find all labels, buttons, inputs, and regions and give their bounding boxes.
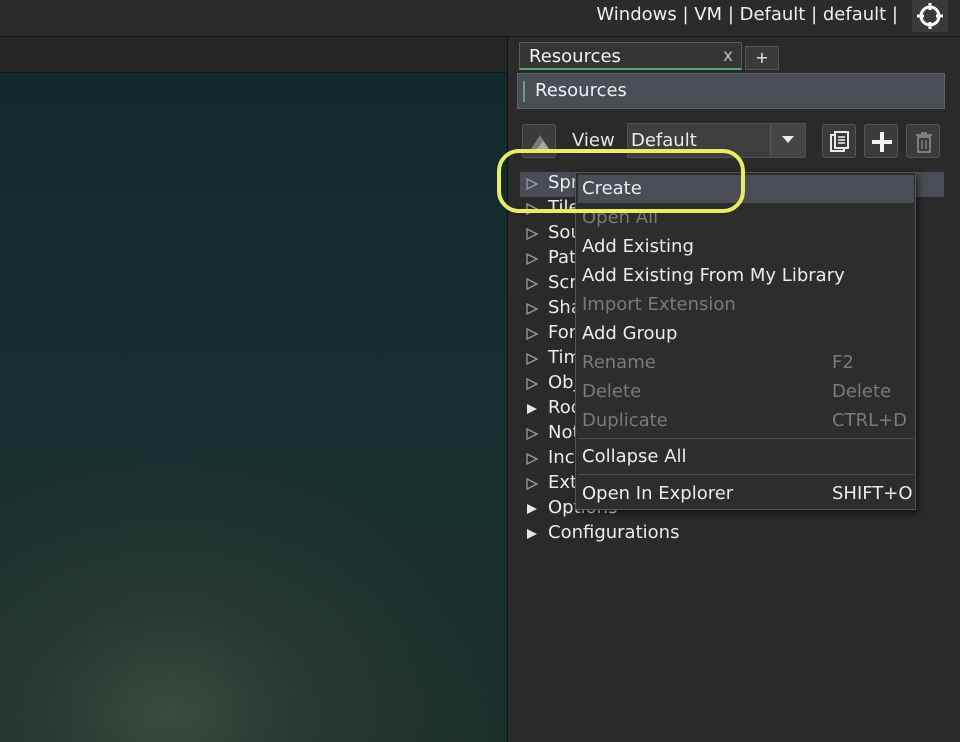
tab-resources[interactable]: Resources x: [519, 42, 742, 70]
expand-arrow-icon[interactable]: [526, 253, 538, 265]
tree-item-label: Configurations: [548, 522, 680, 543]
menu-item-shortcut: Delete: [832, 381, 892, 402]
menu-item-shortcut: F2: [832, 352, 854, 373]
menu-item-open-in-explorer[interactable]: Open In Explorer SHIFT+O: [578, 480, 914, 508]
menu-item-rename[interactable]: Rename F2: [578, 349, 914, 377]
expand-arrow-icon[interactable]: [526, 278, 538, 290]
menu-item-label: Add Existing From My Library: [582, 265, 845, 286]
menu-item-add-existing-from-my-library[interactable]: Add Existing From My Library: [578, 262, 914, 290]
expand-arrow-icon[interactable]: [526, 228, 538, 240]
menu-item-label: Open In Explorer: [582, 483, 734, 504]
menu-item-duplicate[interactable]: Duplicate CTRL+D: [578, 407, 914, 435]
menu-item-delete[interactable]: Delete Delete: [578, 378, 914, 406]
menu-item-label: Delete: [582, 381, 642, 402]
tab-close-icon[interactable]: x: [723, 46, 733, 66]
menu-item-import-extension[interactable]: Import Extension: [578, 291, 914, 319]
trash-icon: [916, 132, 932, 153]
workspace-canvas[interactable]: [0, 73, 507, 742]
expand-arrow-icon[interactable]: [526, 428, 538, 440]
delete-resource-button[interactable]: [906, 124, 940, 158]
expand-arrow-icon[interactable]: [526, 353, 538, 365]
workspace-tab-strip: [0, 37, 507, 73]
view-selected-value: Default: [631, 130, 697, 151]
menu-item-add-group[interactable]: Add Group: [578, 320, 914, 348]
expand-arrow-icon[interactable]: [526, 328, 538, 340]
view-label: View: [572, 130, 615, 151]
target-summary[interactable]: Windows | VM | Default | default |: [596, 4, 898, 25]
expand-arrow-icon[interactable]: [526, 303, 538, 315]
title-accent: [523, 81, 525, 102]
menu-item-label: Duplicate: [582, 410, 668, 431]
crosshair-icon: [917, 3, 943, 29]
menu-item-add-existing[interactable]: Add Existing: [578, 233, 914, 261]
menu-item-label: Collapse All: [582, 446, 687, 467]
expand-arrow-icon[interactable]: [526, 478, 538, 490]
menu-item-label: Import Extension: [582, 294, 736, 315]
panel-title-bar: Resources: [517, 73, 945, 109]
menu-item-collapse-all[interactable]: Collapse All: [578, 443, 914, 471]
menu-item-label: Rename: [582, 352, 656, 373]
menu-item-label: Add Existing: [582, 236, 694, 257]
document-list-icon: [830, 131, 849, 152]
tab-resources-label: Resources: [529, 46, 621, 67]
add-resource-button[interactable]: [864, 124, 898, 158]
plus-icon: [872, 132, 892, 152]
context-menu: Create Open All Add Existing Add Existing F…: [575, 172, 916, 510]
expand-arrow-icon[interactable]: [526, 378, 538, 390]
menu-item-shortcut: SHIFT+O: [832, 483, 913, 504]
expand-arrow-filled-icon[interactable]: [526, 528, 538, 540]
menu-separator: [578, 438, 914, 439]
panel-title: Resources: [535, 80, 627, 101]
highlight-ring: [497, 149, 745, 213]
top-bar: Windows | VM | Default | default |: [0, 0, 960, 37]
expand-arrow-filled-icon[interactable]: [526, 403, 538, 415]
menu-item-shortcut: CTRL+D: [832, 410, 908, 431]
open-all-button[interactable]: [822, 124, 856, 158]
add-tab-button[interactable]: +: [745, 46, 779, 70]
expand-arrow-filled-icon[interactable]: [526, 503, 538, 515]
chevron-down-icon: [782, 136, 794, 143]
menu-item-label: Add Group: [582, 323, 678, 344]
expand-arrow-icon[interactable]: [526, 453, 538, 465]
view-dropdown-button[interactable]: [770, 124, 805, 157]
target-button[interactable]: [912, 0, 948, 32]
menu-separator: [578, 474, 914, 475]
